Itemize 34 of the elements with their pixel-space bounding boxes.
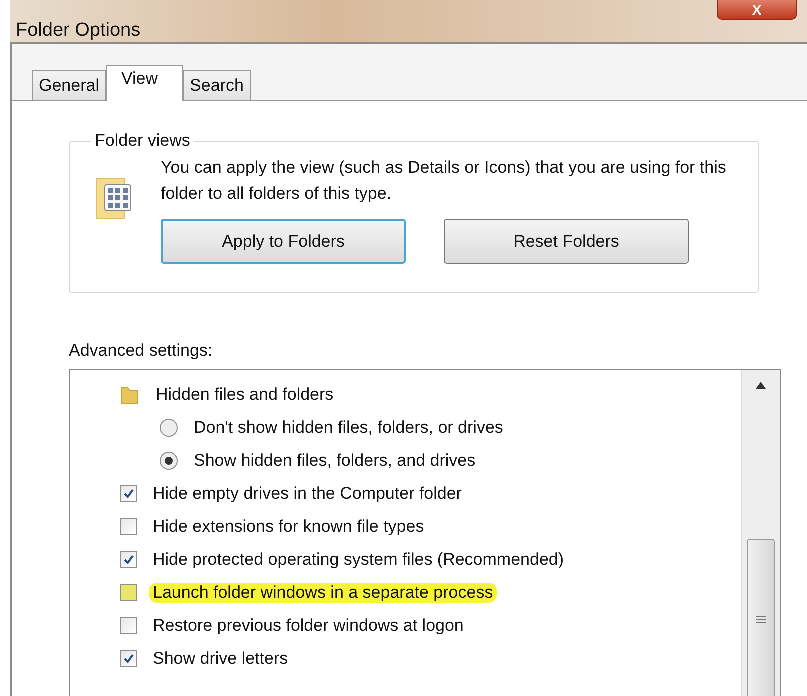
folder-button[interactable]: Apply to Folders [161,219,406,264]
checkbox[interactable] [120,551,137,568]
radio-button[interactable] [160,452,178,470]
checkbox[interactable] [120,650,137,667]
scroll-thumb[interactable] [747,539,775,696]
checkbox[interactable] [120,485,137,502]
tab[interactable]: General [32,70,106,100]
folder-button[interactable]: Reset Folders [444,219,689,264]
checkmark-icon [122,652,134,664]
tab[interactable]: View [106,65,184,101]
close-button[interactable]: X [717,0,797,20]
scroll-up-icon[interactable] [756,382,766,389]
checkbox[interactable] [120,518,137,535]
description-text: You can apply the view (such as Details or Icons) that you are using for this folder to all folders of this type. [161,157,728,205]
setting-label: Don't show hidden files, folders, or drives [193,418,504,438]
scrollbar[interactable] [741,370,780,696]
checkmark-icon [122,488,134,500]
grip-icon [756,616,766,624]
group-title: Folder views [94,131,192,151]
tab[interactable]: Search [183,70,251,100]
setting-label: Hide extensions for known file types [152,516,426,536]
checkbox[interactable] [120,584,137,601]
setting-label: Launch folder windows in a separate process [149,582,498,602]
checkbox[interactable] [120,617,137,634]
setting-label: Restore previous folder windows at logon [152,616,465,636]
setting-label: Hidden files and folders [155,384,335,404]
radio-button[interactable] [160,418,178,436]
checkmark-icon [122,554,134,566]
setting-label: Show hidden files, folders, and drives [193,450,477,470]
setting-label: Hide empty drives in the Computer folder [152,484,463,504]
setting-label: Hide protected operating system files (Recommended) [152,550,566,570]
advanced-settings-label: Advanced settings: [69,341,214,361]
setting-label: Show drive letters [152,648,290,668]
window-title: Folder Options [16,20,141,42]
